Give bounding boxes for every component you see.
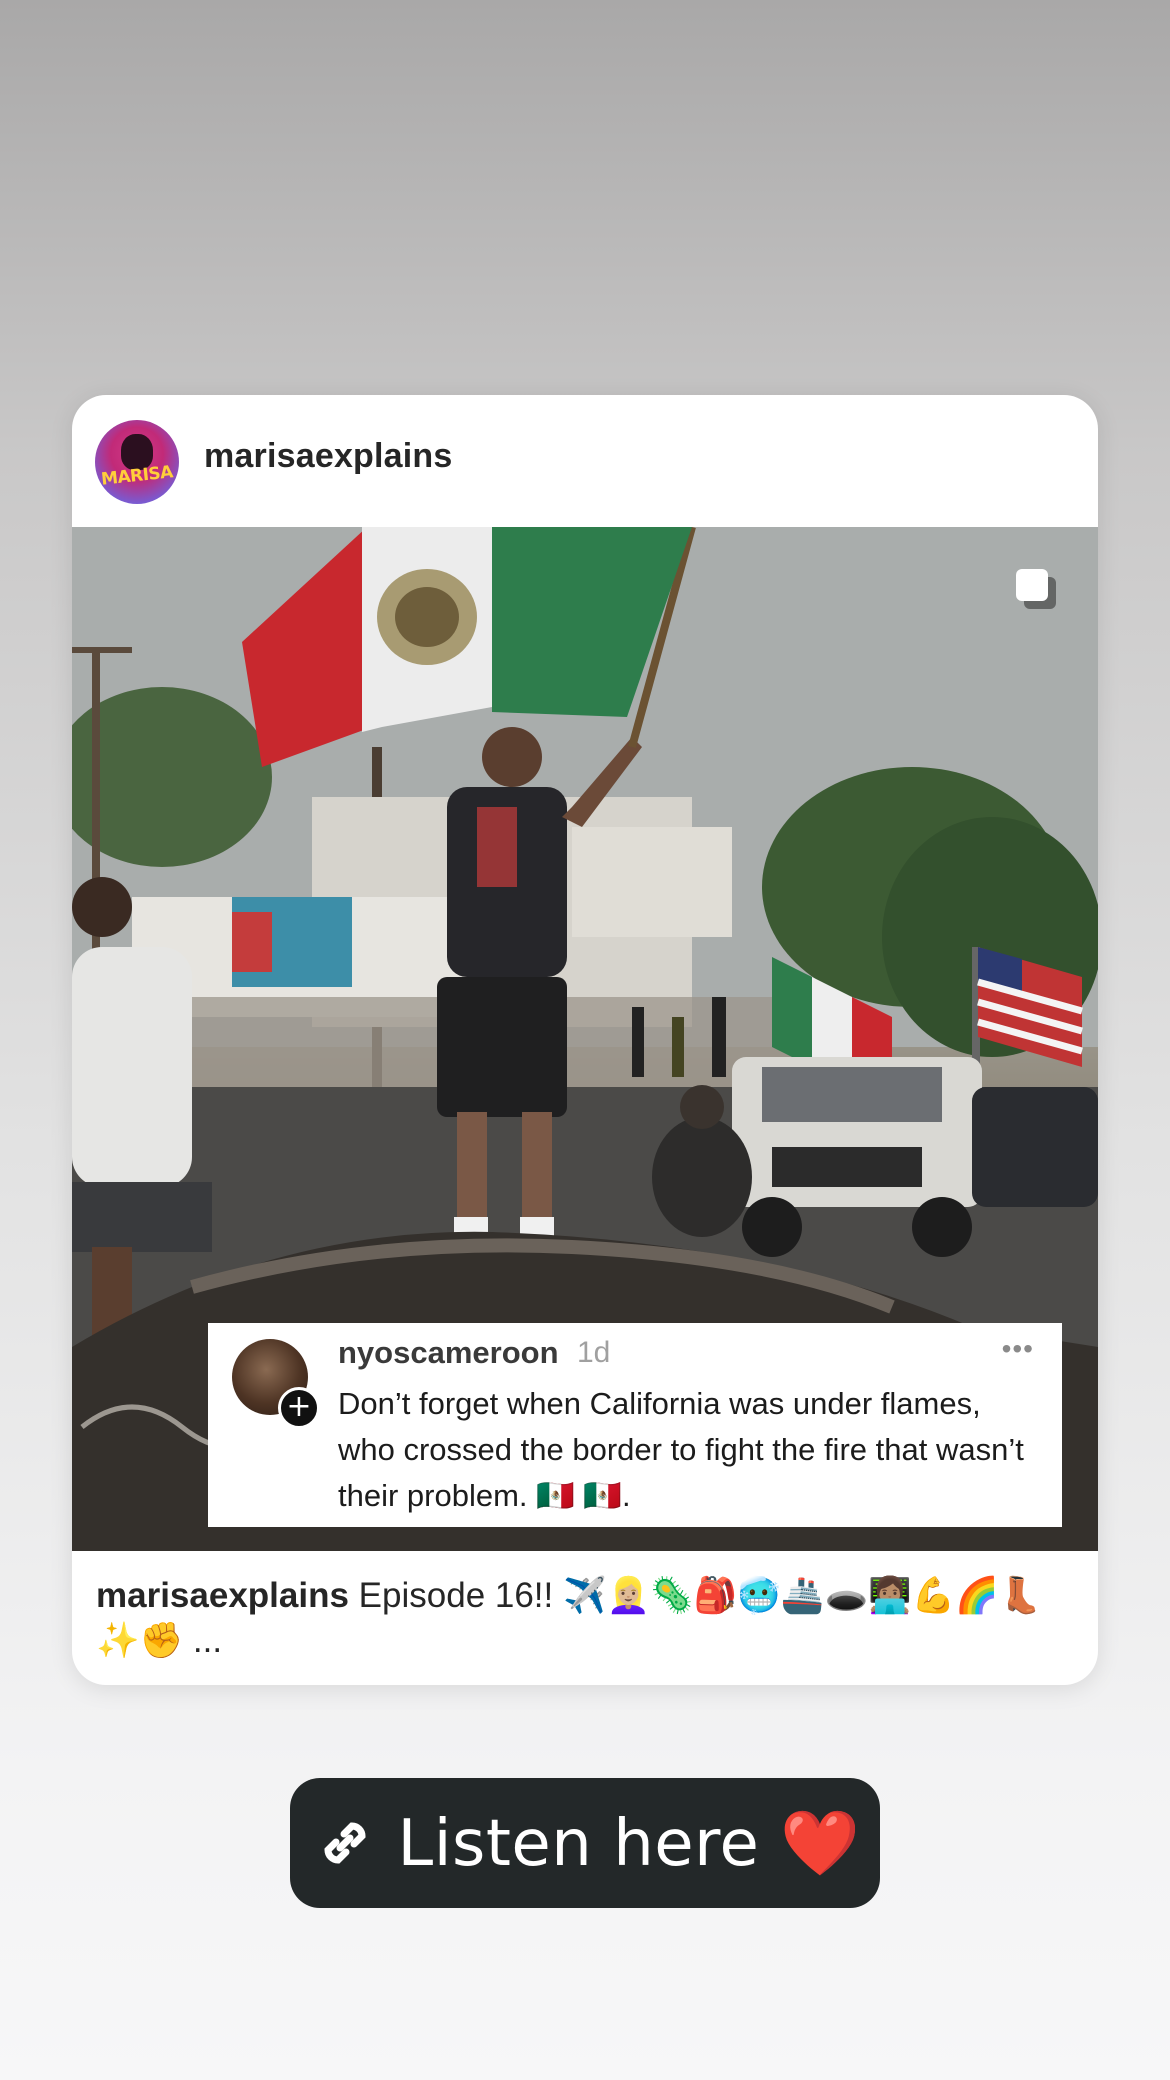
follow-plus-icon[interactable]: + — [278, 1387, 320, 1429]
link-icon — [324, 1822, 366, 1864]
shared-post-card[interactable]: MARISA marisaexplains + nyoscameroon 1d … — [72, 395, 1098, 1685]
post-photo[interactable]: + nyoscameroon 1d ••• Don’t forget when … — [72, 527, 1098, 1551]
avatar-logo-text: MARISA — [100, 462, 174, 490]
more-options-icon[interactable]: ••• — [1002, 1333, 1034, 1365]
multiple-photos-icon — [1016, 569, 1056, 609]
listen-here-link-sticker[interactable]: Listen here ❤️ — [290, 1778, 880, 1908]
comment-timestamp: 1d — [577, 1336, 611, 1369]
comment-text: Don’t forget when California was under f… — [338, 1386, 1024, 1513]
caption-username[interactable]: marisaexplains — [96, 1576, 349, 1615]
commenter-username[interactable]: nyoscameroon — [338, 1335, 559, 1371]
quoted-comment: + nyoscameroon 1d ••• Don’t forget when … — [208, 1323, 1062, 1527]
listen-here-label: Listen here ❤️ — [397, 1806, 861, 1881]
author-avatar[interactable]: MARISA — [95, 420, 179, 504]
author-username[interactable]: marisaexplains — [204, 437, 453, 476]
post-header: MARISA marisaexplains — [72, 395, 1098, 527]
post-caption[interactable]: marisaexplains Episode 16!! ✈️👱🏼‍♀️🦠🎒🥶🚢🕳… — [96, 1573, 1076, 1663]
